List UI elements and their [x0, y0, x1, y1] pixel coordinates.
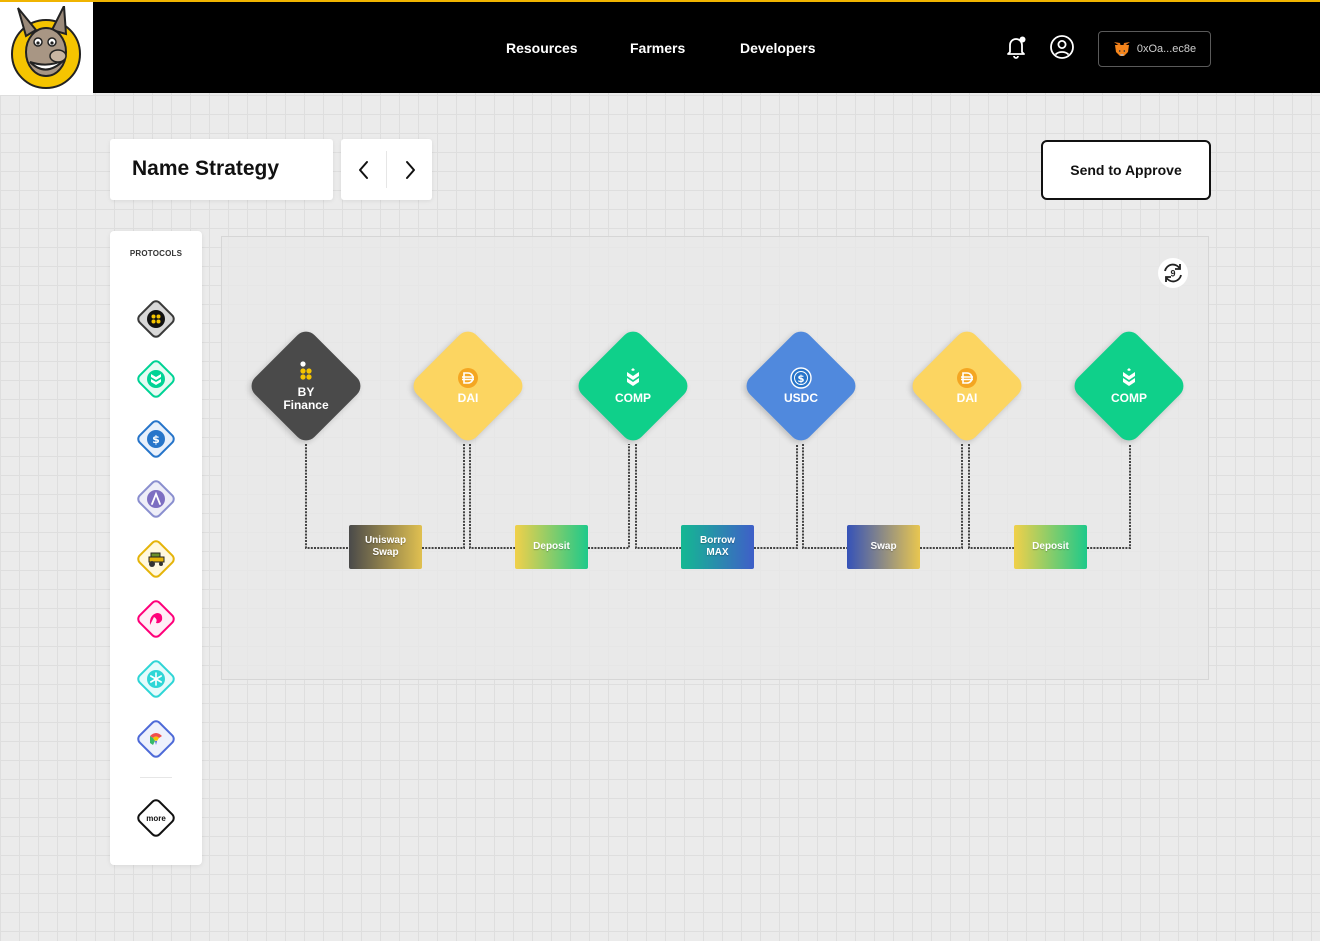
dai-icon: [458, 368, 478, 388]
node-label: DAI: [956, 391, 978, 405]
action-label: Deposit: [1032, 541, 1069, 552]
node-label: USDC: [783, 391, 818, 405]
wire-uniswap-dai: [422, 444, 465, 549]
action-sublabel: Swap: [372, 547, 399, 558]
action-uniswap-swap[interactable]: Uniswap Swap: [349, 525, 422, 569]
node-byfinance[interactable]: BY Finance: [246, 326, 366, 446]
connection-wires: [305, 444, 1131, 549]
node-dai-1[interactable]: DAI: [408, 326, 528, 446]
action-deposit-2[interactable]: Deposit: [1014, 525, 1087, 569]
compound-icon: [627, 368, 639, 386]
node-comp-1[interactable]: COMP: [573, 326, 693, 446]
node-dai-2[interactable]: DAI: [907, 326, 1027, 446]
action-swap[interactable]: Swap: [847, 525, 920, 569]
wire-deposit-comp2: [1087, 444, 1131, 549]
svg-text:$: $: [798, 374, 805, 385]
wire-byfinance-uniswap: [305, 444, 349, 549]
wire-deposit-comp: [588, 444, 630, 549]
compound-icon: [1123, 368, 1135, 386]
action-borrow-max[interactable]: Borrow MAX: [681, 525, 754, 569]
wire-dai-deposit2: [968, 444, 1014, 549]
svg-text:9: 9: [1170, 269, 1175, 279]
node-sublabel: Finance: [283, 397, 329, 412]
action-label: Swap: [870, 541, 897, 552]
wire-swap-dai: [920, 444, 963, 549]
wire-borrow-usdc: [754, 444, 798, 549]
byfinance-icon: [300, 360, 312, 380]
action-label: Borrow: [700, 535, 735, 546]
action-label: Deposit: [533, 541, 570, 552]
node-usdc[interactable]: $ USDC: [741, 326, 861, 446]
dai-icon: [957, 368, 977, 388]
action-label: Uniswap: [364, 535, 407, 546]
action-deposit-1[interactable]: Deposit: [515, 525, 588, 569]
node-label: BY: [297, 384, 315, 399]
refresh-icon[interactable]: 9: [1157, 257, 1189, 289]
node-label: COMP: [1111, 391, 1147, 405]
wire-comp-borrow: [635, 444, 681, 549]
node-label: COMP: [615, 391, 651, 405]
node-comp-2[interactable]: COMP: [1069, 326, 1189, 446]
wire-dai-deposit: [469, 444, 515, 549]
node-label: DAI: [457, 391, 479, 405]
action-sublabel: MAX: [706, 547, 729, 558]
usdc-icon: $: [790, 367, 812, 389]
wire-usdc-swap: [802, 444, 847, 549]
